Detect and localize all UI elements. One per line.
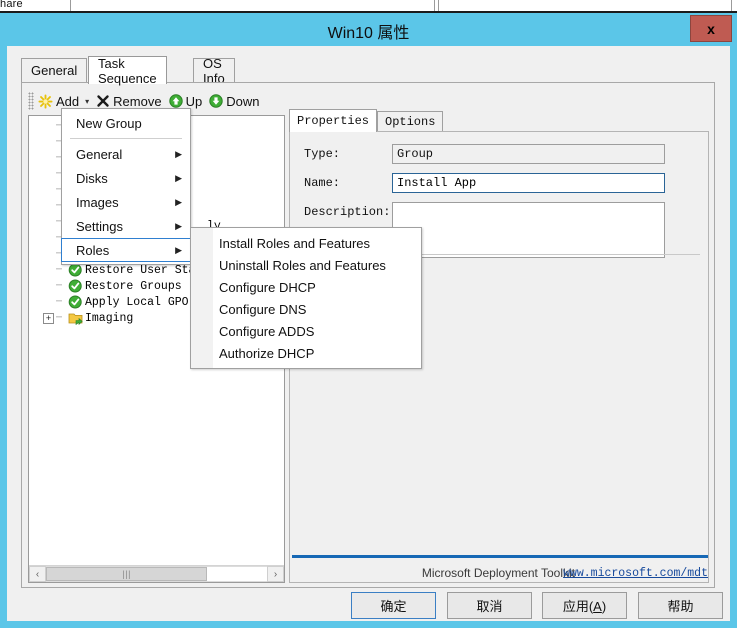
add-menu-item-general[interactable]: General ▶ bbox=[62, 142, 190, 166]
tab-properties[interactable]: Properties bbox=[289, 109, 378, 132]
menu-item-label: Uninstall Roles and Features bbox=[219, 257, 386, 273]
roles-menu-item-configure-adds[interactable]: Configure ADDS bbox=[191, 320, 421, 342]
check-circle-icon bbox=[68, 279, 83, 293]
menu-item-label: Install Roles and Features bbox=[219, 235, 371, 251]
check-circle-icon bbox=[68, 295, 83, 309]
chevron-right-icon: ▶ bbox=[175, 172, 182, 183]
chevron-down-icon[interactable]: ▾ bbox=[85, 97, 89, 106]
cancel-button[interactable]: 取消 bbox=[447, 592, 532, 619]
scroll-right-button[interactable]: › bbox=[267, 566, 284, 582]
apply-button[interactable]: 应用(A) bbox=[542, 592, 627, 619]
scroll-track[interactable]: ||| bbox=[46, 566, 267, 582]
type-label: Type: bbox=[304, 147, 341, 161]
menu-item-label: Configure DNS bbox=[219, 301, 307, 317]
add-menu-item-settings[interactable]: Settings ▶ bbox=[62, 214, 190, 238]
scroll-thumb[interactable]: ||| bbox=[46, 567, 208, 581]
background-column-divider bbox=[434, 0, 435, 11]
help-button[interactable]: 帮助 bbox=[638, 592, 723, 619]
name-label: Name: bbox=[304, 176, 341, 190]
roles-menu-item-install-roles-and-features[interactable]: Install Roles and Features bbox=[191, 232, 421, 254]
footer-rule bbox=[292, 555, 708, 558]
background-column-divider bbox=[70, 0, 71, 11]
background-column-divider bbox=[731, 0, 732, 11]
remove-button-label: Remove bbox=[113, 93, 162, 109]
remove-button[interactable]: Remove bbox=[94, 93, 166, 110]
dialog-button-row: 确定 取消 应用(A) 帮助 bbox=[7, 592, 730, 626]
add-menu-item-images[interactable]: Images ▶ bbox=[62, 190, 190, 214]
folder-group-icon bbox=[68, 311, 83, 326]
chevron-right-icon: ▶ bbox=[175, 244, 182, 255]
tab-options[interactable]: Options bbox=[377, 111, 444, 132]
menu-item-label: Settings bbox=[76, 218, 123, 234]
menu-item-label: Configure DHCP bbox=[219, 279, 316, 295]
description-input[interactable] bbox=[392, 202, 665, 258]
arrow-up-icon bbox=[168, 94, 183, 108]
add-menu-item-new-group[interactable]: New Group bbox=[62, 111, 190, 135]
roles-submenu[interactable]: Install Roles and Features Uninstall Role… bbox=[190, 227, 422, 369]
add-button-label: Add bbox=[56, 93, 80, 109]
close-button[interactable]: x bbox=[690, 15, 732, 42]
tree-connector-icon: ⋯ bbox=[56, 281, 63, 292]
menu-item-label: Disks bbox=[76, 170, 108, 186]
tree-connector-icon: ⋯ bbox=[56, 265, 63, 276]
footer-brand-text: Microsoft Deployment Toolkit bbox=[421, 566, 575, 580]
ok-button[interactable]: 确定 bbox=[351, 592, 436, 619]
add-menu-item-roles[interactable]: Roles ▶ bbox=[61, 238, 191, 262]
move-down-button[interactable]: Down bbox=[207, 93, 264, 110]
type-value: Group bbox=[392, 144, 665, 164]
chevron-right-icon: ▶ bbox=[175, 196, 182, 207]
menu-item-label: Authorize DHCP bbox=[219, 345, 315, 361]
submenu-gutter bbox=[191, 228, 213, 368]
name-input[interactable]: Install App bbox=[392, 173, 665, 193]
menu-separator bbox=[70, 138, 182, 139]
tree-expander-icon[interactable]: + bbox=[43, 312, 54, 324]
background-window-label: hare bbox=[0, 0, 23, 10]
description-label: Description: bbox=[304, 205, 391, 219]
add-dropdown-menu[interactable]: New Group General ▶ Disks ▶ Images ▶ Settings ▶ R… bbox=[61, 108, 191, 265]
tree-connector-icon: ⋯ bbox=[56, 297, 63, 308]
dialog-title: Win10 属性 bbox=[327, 25, 410, 42]
background-column-divider bbox=[438, 0, 439, 11]
roles-menu-item-authorize-dhcp[interactable]: Authorize DHCP bbox=[191, 342, 421, 364]
menu-item-label: Roles bbox=[76, 242, 110, 258]
type-field-row: Type: Group bbox=[304, 144, 665, 164]
scroll-left-button[interactable]: ‹ bbox=[29, 566, 46, 582]
tree-horizontal-scrollbar[interactable]: ‹ ||| › bbox=[29, 565, 284, 582]
menu-item-label: General bbox=[76, 146, 123, 162]
chevron-right-icon: ▶ bbox=[175, 220, 182, 231]
apply-button-label: 应用(A) bbox=[562, 599, 607, 614]
menu-item-label: Configure ADDS bbox=[219, 323, 315, 339]
arrow-down-icon bbox=[209, 94, 223, 108]
chevron-right-icon: ▶ bbox=[175, 148, 182, 159]
roles-menu-item-configure-dhcp[interactable]: Configure DHCP bbox=[191, 276, 421, 298]
roles-menu-item-uninstall-roles-and-features[interactable]: Uninstall Roles and Features bbox=[191, 254, 421, 276]
check-circle-icon bbox=[68, 263, 83, 277]
move-down-label: Down bbox=[226, 93, 260, 109]
menu-item-label: New Group bbox=[76, 115, 142, 131]
name-field-row: Name: Install App bbox=[304, 173, 665, 193]
toolbar-grip[interactable] bbox=[28, 92, 34, 110]
move-up-label: Up bbox=[185, 93, 203, 109]
add-menu-item-disks[interactable]: Disks ▶ bbox=[62, 166, 190, 190]
menu-item-label: Images bbox=[76, 194, 119, 210]
add-button[interactable]: Add ▾ bbox=[36, 93, 94, 110]
background-window-strip: hare bbox=[0, 0, 737, 13]
tab-general[interactable]: General bbox=[21, 58, 88, 82]
move-up-button[interactable]: Up bbox=[167, 93, 208, 110]
tree-connector-icon: ⋯ bbox=[56, 313, 63, 324]
mdt-website-link[interactable]: www.microsoft.com/mdt bbox=[563, 567, 708, 580]
roles-menu-item-configure-dns[interactable]: Configure DNS bbox=[191, 298, 421, 320]
tree-item-label: Imaging bbox=[85, 311, 134, 325]
scroll-thumb-grip: ||| bbox=[122, 569, 131, 579]
add-star-icon bbox=[38, 93, 53, 109]
tree-item-label: Restore Groups bbox=[85, 279, 182, 293]
tab-os-info[interactable]: OS Info bbox=[193, 56, 235, 86]
close-x-icon bbox=[96, 94, 110, 108]
tab-task-sequence[interactable]: Task Sequence bbox=[88, 56, 167, 86]
dialog-titlebar[interactable]: Win10 属性 x bbox=[0, 13, 737, 46]
